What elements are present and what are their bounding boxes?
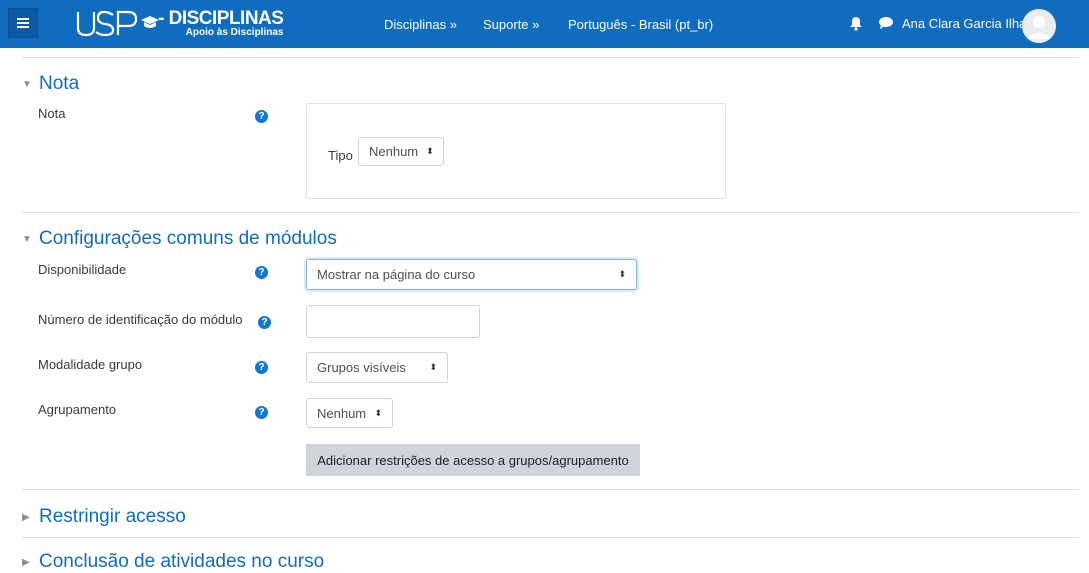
- user-avatar-icon: [1022, 9, 1056, 43]
- divider: [22, 489, 1079, 490]
- help-icon[interactable]: ?: [255, 266, 268, 279]
- divider: [22, 57, 1079, 58]
- caret-right-icon: ▶: [22, 556, 30, 568]
- nav-link-language[interactable]: Português - Brasil (pt_br): [568, 17, 713, 32]
- grade-type-label: Tipo: [328, 148, 353, 163]
- field-label-idnumber: Número de identificação do módulo: [38, 312, 243, 327]
- select-arrow-icon: ⬍: [426, 146, 434, 156]
- groupmode-value: Grupos visíveis: [317, 360, 406, 375]
- disciplinas-logo-title: - DISCIPLINAS: [158, 8, 284, 29]
- section-title-restrict: Restringir acesso: [39, 506, 186, 527]
- avatar[interactable]: [1022, 9, 1056, 43]
- section-header-restrict[interactable]: ▶ Restringir acesso: [22, 506, 186, 528]
- section-header-common[interactable]: ▼ Configurações comuns de módulos: [22, 228, 337, 250]
- drawer-toggle-button[interactable]: [8, 8, 38, 38]
- help-icon[interactable]: ?: [255, 361, 268, 374]
- help-icon[interactable]: ?: [255, 110, 268, 123]
- divider: [22, 537, 1079, 538]
- nav-link-suporte[interactable]: Suporte »: [483, 17, 539, 32]
- bell-icon[interactable]: [849, 16, 863, 31]
- top-navbar: - DISCIPLINAS Apoio às Disciplinas Disci…: [0, 0, 1089, 48]
- caret-down-icon: ▼: [22, 78, 32, 90]
- grade-type-value: Nenhum: [369, 144, 419, 159]
- disciplinas-logo-subtitle: Apoio às Disciplinas: [185, 27, 284, 38]
- nav-link-disciplinas[interactable]: Disciplinas »: [384, 17, 457, 32]
- section-title-completion: Conclusão de atividades no curso: [39, 551, 325, 572]
- add-group-restrictions-button[interactable]: Adicionar restrições de acesso a grupos/…: [306, 444, 640, 476]
- section-header-nota[interactable]: ▼ Nota: [22, 73, 79, 95]
- groupmode-select[interactable]: Grupos visíveis ⬍: [306, 352, 448, 383]
- field-label-nota: Nota: [38, 106, 66, 121]
- select-arrow-icon: ⬍: [618, 269, 626, 279]
- section-header-completion[interactable]: ▶ Conclusão de atividades no curso: [22, 551, 324, 573]
- grade-fieldset-box: Tipo Nenhum ⬍: [306, 103, 726, 199]
- availability-select[interactable]: Mostrar na página do curso ⬍: [306, 259, 637, 290]
- section-title-common: Configurações comuns de módulos: [39, 228, 337, 249]
- section-title-nota: Nota: [39, 73, 80, 94]
- field-label-groupmode: Modalidade grupo: [38, 357, 143, 372]
- grouping-select[interactable]: Nenhum ⬍: [306, 398, 393, 428]
- user-menu-name[interactable]: Ana Clara Garcia Ilha: [902, 16, 1026, 31]
- select-arrow-icon: ⬍: [429, 362, 437, 372]
- usp-logo[interactable]: [76, 10, 140, 38]
- chat-icon[interactable]: [878, 16, 894, 30]
- graduation-cap-icon: [141, 16, 159, 28]
- select-arrow-icon: ⬍: [374, 407, 382, 418]
- field-label-disponibilidade: Disponibilidade: [38, 262, 127, 277]
- availability-value: Mostrar na página do curso: [317, 267, 476, 282]
- idnumber-input[interactable]: [306, 305, 480, 338]
- help-icon[interactable]: ?: [258, 316, 271, 329]
- grouping-value: Nenhum: [317, 405, 367, 421]
- disciplinas-logo[interactable]: - DISCIPLINAS Apoio às Disciplinas: [158, 8, 284, 38]
- caret-down-icon: ▼: [22, 233, 32, 245]
- hamburger-icon: [17, 18, 29, 28]
- help-icon[interactable]: ?: [255, 406, 268, 419]
- divider: [22, 212, 1079, 213]
- grade-type-select[interactable]: Nenhum ⬍: [358, 137, 444, 166]
- caret-right-icon: ▶: [22, 511, 30, 523]
- field-label-grouping: Agrupamento: [38, 402, 117, 417]
